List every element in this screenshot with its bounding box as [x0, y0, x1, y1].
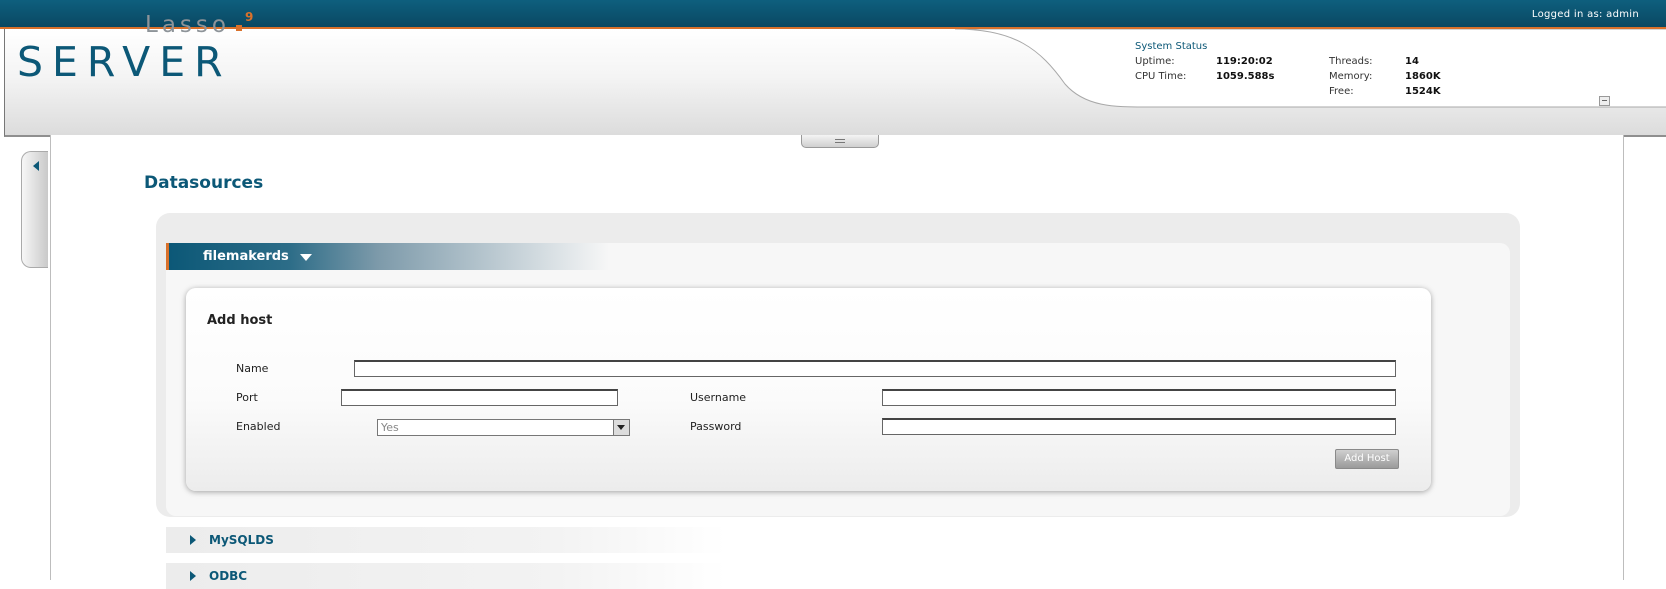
password-label: Password: [690, 420, 742, 433]
header-toggle-handle[interactable]: [801, 135, 879, 148]
memory-value: 1860K: [1405, 71, 1441, 82]
name-input[interactable]: [354, 360, 1396, 377]
collapse-status-button[interactable]: [1599, 96, 1610, 106]
system-status-title: System Status: [1135, 41, 1208, 52]
username-input[interactable]: [882, 389, 1396, 406]
threads-value: 14: [1405, 56, 1419, 67]
datasource-header-filemakerds[interactable]: filemakerds: [166, 243, 719, 270]
logo-dot-icon: [236, 25, 242, 31]
port-label: Port: [236, 391, 258, 404]
chevron-right-icon: [190, 535, 196, 545]
datasource-row-mysqlds[interactable]: MySQLDS: [166, 527, 726, 553]
enabled-select[interactable]: Yes: [377, 419, 630, 436]
status-panel-bg: [954, 29, 1666, 108]
enabled-select-value: Yes: [381, 421, 399, 434]
cpu-time-label: CPU Time:: [1135, 71, 1187, 82]
free-value: 1524K: [1405, 86, 1441, 97]
cpu-time-value: 1059.588s: [1216, 71, 1275, 82]
page-title: Datasources: [144, 173, 264, 193]
sidebar-toggle[interactable]: [21, 151, 48, 268]
name-label: Name: [236, 362, 269, 375]
datasource-row-label: ODBC: [209, 569, 248, 583]
enabled-label: Enabled: [236, 420, 281, 433]
datasource-row-odbc[interactable]: ODBC: [166, 563, 726, 589]
logged-in-text: Logged in as: admin: [1531, 9, 1639, 20]
add-host-title: Add host: [207, 313, 273, 328]
add-host-button[interactable]: Add Host: [1335, 449, 1399, 469]
logo-server-text: SERVER: [17, 38, 232, 86]
datasource-name: filemakerds: [203, 249, 289, 264]
logo-version-superscript: 9: [245, 10, 254, 24]
chevron-left-icon: [33, 161, 39, 171]
threads-label: Threads:: [1329, 56, 1373, 67]
header: [4, 29, 1666, 137]
dropdown-arrow-icon[interactable]: [613, 420, 629, 435]
password-input[interactable]: [882, 418, 1396, 435]
uptime-label: Uptime:: [1135, 56, 1175, 67]
chevron-down-icon: [300, 254, 312, 261]
datasource-row-label: MySQLDS: [209, 533, 274, 547]
free-label: Free:: [1329, 86, 1354, 97]
logo-lasso-text: Lasso: [145, 12, 230, 38]
port-input[interactable]: [341, 389, 618, 406]
uptime-value: 119:20:02: [1216, 56, 1273, 67]
username-label: Username: [690, 391, 747, 404]
memory-label: Memory:: [1329, 71, 1373, 82]
